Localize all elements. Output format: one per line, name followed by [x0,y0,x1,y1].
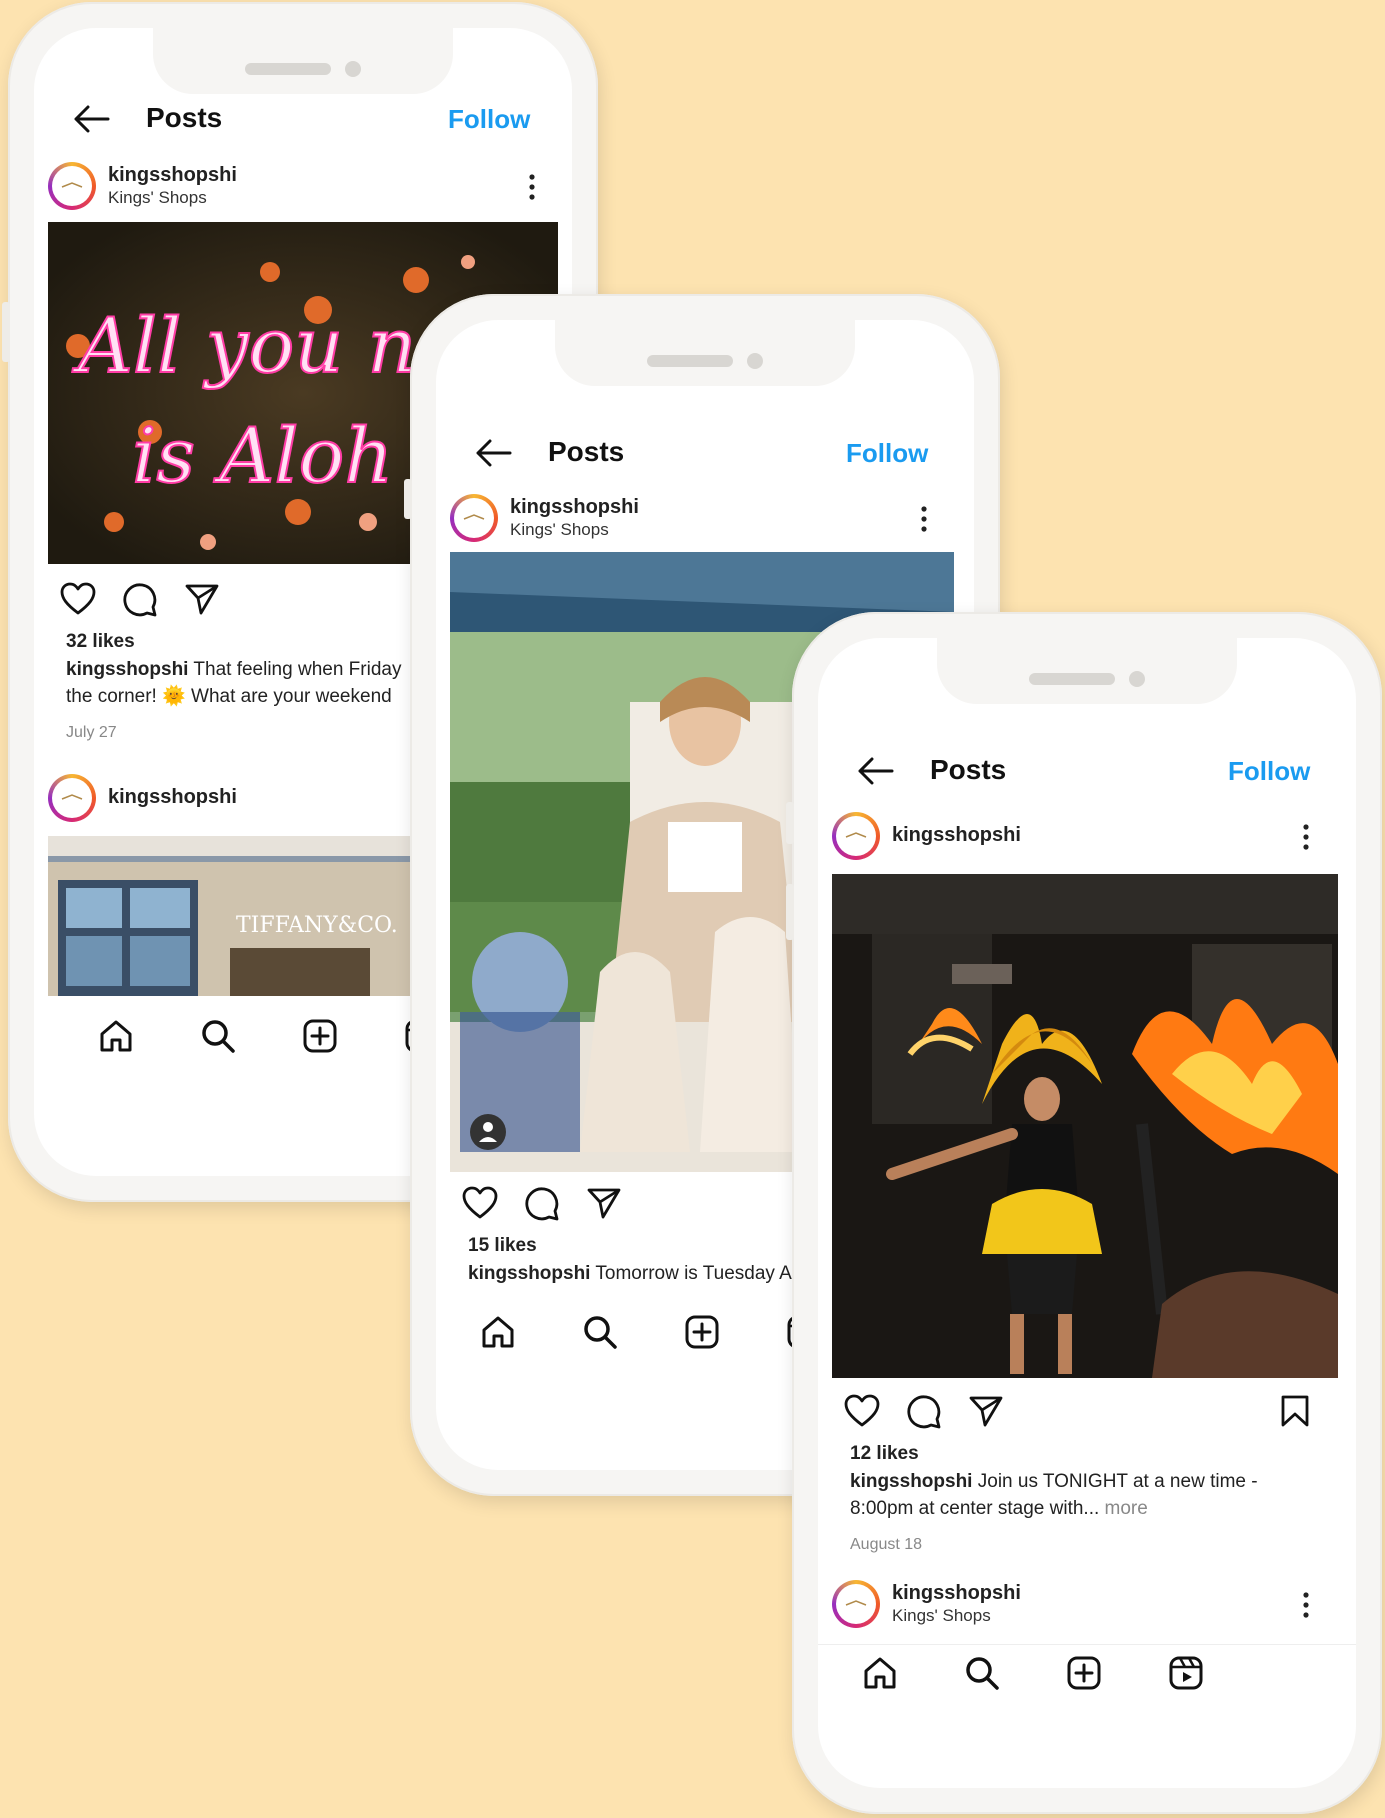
phone-side-button [404,479,412,519]
caption-text: Join us TONIGHT at a new time - [972,1471,1258,1492]
fire-dancer-photo [832,874,1338,1378]
caption-text-2: 8:00pm at center stage with... [850,1498,1100,1519]
avatar[interactable] [450,494,498,542]
share-icon[interactable] [968,1394,1004,1428]
speaker [647,355,733,367]
post-username[interactable]: kingsshopshi [510,496,639,519]
follow-button[interactable]: Follow [448,104,530,135]
heart-icon[interactable] [462,1186,498,1220]
phone-side-button [786,884,794,940]
caption-text: Tomorrow is Tuesday A [590,1263,792,1284]
camera [345,61,361,77]
phone-side-button [786,802,794,844]
post-header: kingsshopshi Kings' Shops [436,490,974,550]
post-actions [836,1394,1336,1434]
share-icon[interactable] [586,1186,622,1220]
post-username[interactable]: kingsshopshi [108,786,237,809]
avatar[interactable] [48,774,96,822]
reels-icon[interactable] [1168,1655,1204,1691]
add-post-icon[interactable] [1066,1655,1102,1691]
follow-button[interactable]: Follow [846,438,928,469]
avatar[interactable] [832,812,880,860]
caption-username[interactable]: kingsshopshi [850,1471,972,1492]
kings-shops-logo [463,514,485,520]
posts-header: Posts Follow [818,742,1356,802]
post-username[interactable]: kingsshopshi [108,164,237,187]
posts-header: Posts Follow [34,90,572,150]
post-caption: kingsshopshi Tomorrow is Tuesday A [468,1260,792,1287]
neon-text-line2: is Aloh [132,411,393,500]
camera [1129,671,1145,687]
comment-icon[interactable] [524,1186,560,1222]
camera [747,353,763,369]
kings-shops-logo [61,794,83,800]
store-sign-text: TIFFANY&CO. [236,913,398,938]
post-caption: kingsshopshi That feeling when Friday th… [66,656,401,710]
phone-3-screen: Posts Follow kingsshopshi 12 likes kings… [818,638,1356,1788]
phone-notch [153,28,453,94]
comment-icon[interactable] [122,582,158,618]
caption-text: That feeling when Friday [188,659,402,680]
arrow-left-icon[interactable] [474,438,512,468]
like-count[interactable]: 32 likes [66,631,135,653]
follow-button[interactable]: Follow [1228,756,1310,787]
kings-shops-logo [845,1600,867,1606]
speaker [245,63,331,75]
post-caption: kingsshopshi Join us TONIGHT at a new ti… [850,1468,1258,1522]
posts-header: Posts Follow [436,424,974,484]
post-username[interactable]: kingsshopshi [892,1582,1021,1605]
add-post-icon[interactable] [684,1314,720,1350]
phone-side-button [2,302,10,362]
avatar[interactable] [48,162,96,210]
home-icon[interactable] [862,1655,898,1691]
bottom-nav [818,1644,1356,1705]
neon-text-line1: All you ne [72,301,461,390]
page-title: Posts [930,754,1007,785]
search-icon[interactable] [582,1314,618,1350]
post-date: July 27 [66,724,117,741]
like-count[interactable]: 12 likes [850,1443,919,1465]
more-options-icon[interactable] [1302,824,1310,850]
post-username[interactable]: kingsshopshi [892,824,1021,847]
avatar[interactable] [832,1580,880,1628]
add-post-icon[interactable] [302,1018,338,1054]
kings-shops-logo [61,182,83,188]
heart-icon[interactable] [844,1394,880,1428]
phone-notch [555,320,855,386]
post-location[interactable]: Kings' Shops [892,1606,991,1626]
home-icon[interactable] [480,1314,516,1350]
arrow-left-icon[interactable] [72,104,110,134]
post-image-fire-dancer[interactable] [832,874,1338,1378]
post-header: kingsshopshi Kings' Shops [34,158,572,218]
caption-username[interactable]: kingsshopshi [66,659,188,680]
arrow-left-icon[interactable] [856,756,894,786]
page-title: Posts [146,102,223,133]
comment-icon[interactable] [906,1394,942,1430]
post-location[interactable]: Kings' Shops [108,188,207,208]
post-location[interactable]: Kings' Shops [510,520,609,540]
caption-username[interactable]: kingsshopshi [468,1263,590,1284]
more-options-icon[interactable] [920,506,928,532]
like-count[interactable]: 15 likes [468,1235,537,1257]
speaker [1029,673,1115,685]
more-options-icon[interactable] [1302,1592,1310,1618]
phone-3: Posts Follow kingsshopshi 12 likes kings… [786,612,1382,1814]
post-date: August 18 [850,1536,923,1553]
bookmark-icon[interactable] [1280,1394,1310,1428]
more-options-icon[interactable] [528,174,536,200]
search-icon[interactable] [200,1018,236,1054]
phone-notch [937,638,1237,704]
search-icon[interactable] [964,1655,1000,1691]
post-header: kingsshopshi [818,808,1356,868]
share-icon[interactable] [184,582,220,616]
caption-text-2: the corner! 🌞 What are your weekend [66,686,392,707]
more-link[interactable]: more [1105,1498,1148,1519]
post-header: kingsshopshi Kings' Shops [818,1576,1356,1636]
heart-icon[interactable] [60,582,96,616]
home-icon[interactable] [98,1018,134,1054]
page-title: Posts [548,436,625,467]
kings-shops-logo [845,832,867,838]
